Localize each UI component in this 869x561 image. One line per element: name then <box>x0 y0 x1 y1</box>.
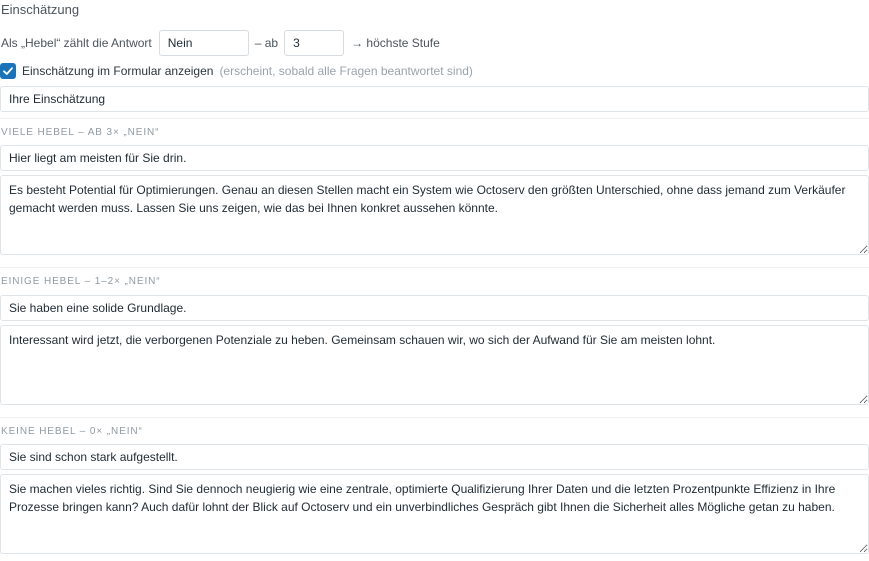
group-title-input-none[interactable] <box>0 444 869 470</box>
hebel-suffix-label: → höchste Stufe <box>351 36 440 50</box>
divider <box>0 118 869 119</box>
checkmark-icon <box>3 67 13 75</box>
group-text-area-some[interactable]: Interessant wird jetzt, die verborgenen … <box>0 325 869 405</box>
group-label-none: Keine Hebel – 0× „Nein“ <box>1 426 143 437</box>
group-title-input-many[interactable] <box>0 145 869 171</box>
show-in-form-hint: (erscheint, sobald alle Fragen beantwort… <box>219 64 473 78</box>
divider <box>0 267 869 268</box>
group-label-some: Einige Hebel – 1–2× „Nein“ <box>1 276 161 287</box>
divider <box>0 417 869 418</box>
group-text-area-many[interactable]: Es besteht Potential für Optimierungen. … <box>0 175 869 255</box>
show-in-form-row[interactable]: Einschätzung im Formular anzeigen (ersch… <box>0 62 473 80</box>
group-label-many: Viele Hebel – ab 3× „Nein“ <box>1 127 160 138</box>
show-in-form-label: Einschätzung im Formular anzeigen <box>22 64 214 78</box>
hebel-middle-label: – ab <box>254 36 279 50</box>
hebel-threshold-input[interactable] <box>284 30 345 56</box>
assessment-heading-input[interactable] <box>0 86 869 112</box>
hebel-answer-input[interactable] <box>158 30 249 56</box>
section-title: Einschätzung <box>1 2 80 17</box>
hebel-row: Als „Hebel“ zählt die Antwort – ab → höc… <box>1 30 440 56</box>
hebel-prefix-label: Als „Hebel“ zählt die Antwort <box>1 36 152 50</box>
group-text-area-none[interactable]: Sie machen vieles richtig. Sind Sie denn… <box>0 474 869 554</box>
show-in-form-checkbox[interactable] <box>0 63 16 79</box>
group-title-input-some[interactable] <box>0 295 869 321</box>
